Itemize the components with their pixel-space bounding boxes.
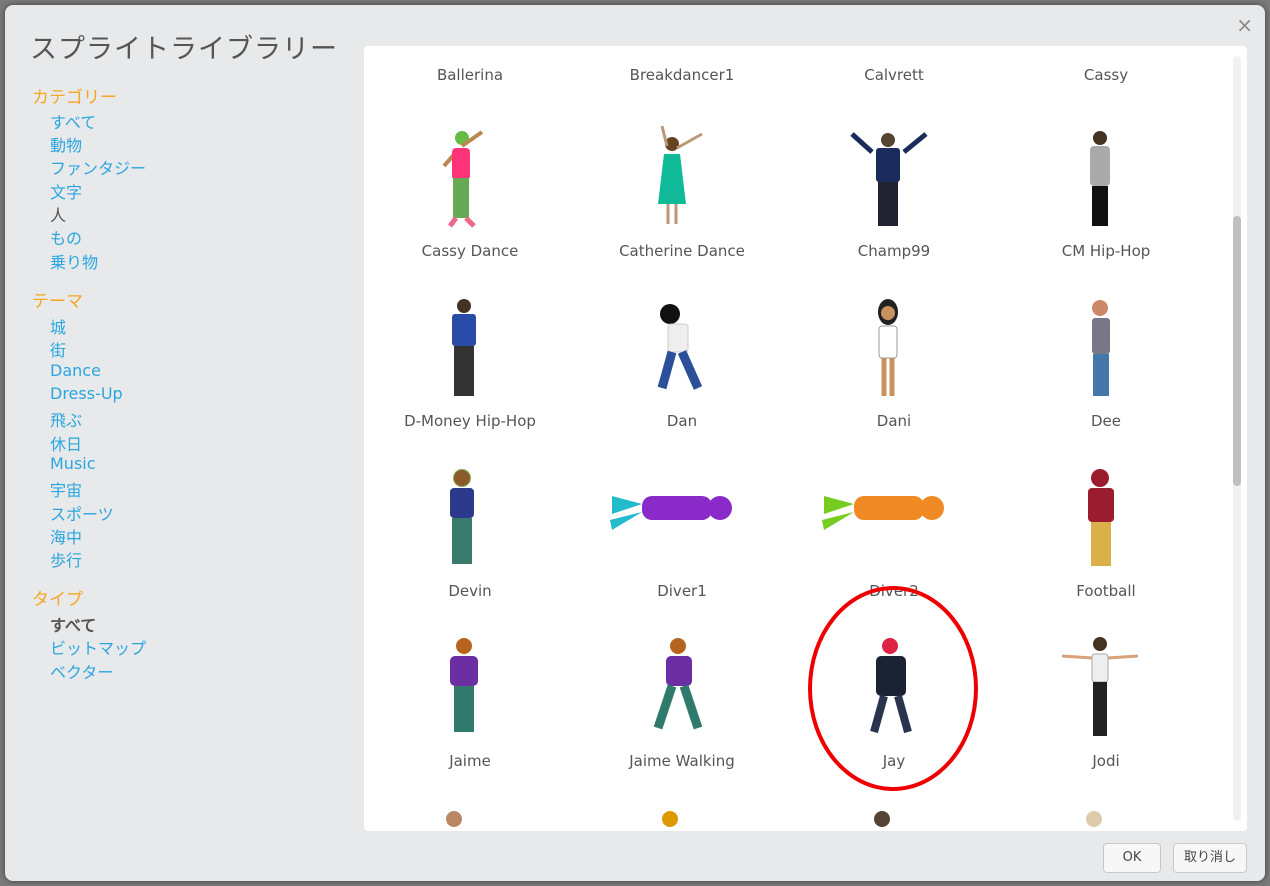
sprite-label: Jodi (1092, 752, 1120, 770)
vertical-scrollbar[interactable] (1233, 56, 1241, 821)
theme-walking[interactable]: 歩行 (50, 547, 82, 571)
cancel-button[interactable]: 取り消し (1173, 843, 1247, 873)
d-money-hip-hop-thumbnail (452, 299, 476, 396)
jaime-thumbnail (450, 638, 478, 732)
sprite-label: Calvrett (864, 66, 924, 84)
category-people[interactable]: 人 (50, 202, 66, 226)
theme-underwater[interactable]: 海中 (50, 524, 82, 548)
jodi-thumbnail (1061, 637, 1139, 736)
sprite-tile-dee[interactable]: Dee (1000, 296, 1212, 466)
sprite-label: Catherine Dance (619, 242, 745, 260)
sprite-tile-jaime[interactable]: Jaime (364, 636, 576, 806)
sprite-tile-cm-hip-hop[interactable]: CM Hip-Hop (1000, 126, 1212, 296)
sprite-label: Dan (666, 412, 698, 430)
sprite-label: CM Hip-Hop (1061, 242, 1151, 260)
theme-header: テーマ (32, 292, 83, 312)
devin-thumbnail (450, 469, 474, 564)
category-fantasy[interactable]: ファンタジー (50, 155, 146, 179)
football-thumbnail (1088, 469, 1114, 566)
sprite-label: Breakdancer1 (629, 66, 735, 84)
category-letters[interactable]: 文字 (50, 179, 82, 203)
category-animals[interactable]: 動物 (50, 132, 82, 156)
theme-space[interactable]: 宇宙 (50, 477, 82, 501)
scrollbar-thumb[interactable] (1233, 216, 1241, 486)
cm-hip-hop-thumbnail (1090, 131, 1110, 226)
sprite-label: Devin (448, 582, 492, 600)
theme-dance[interactable]: Dance (50, 361, 101, 380)
partial-thumbnail (1086, 811, 1102, 827)
sprite-label: Ballerina (436, 66, 504, 84)
sprite-tile-jodi[interactable]: Jodi (1000, 636, 1212, 806)
jaime-walking-thumbnail (653, 638, 703, 730)
theme-music[interactable]: Music (50, 454, 96, 473)
sprite-label: Dee (1090, 412, 1121, 430)
sprite-label: Diver1 (657, 582, 707, 600)
ok-button[interactable]: OK (1103, 843, 1161, 873)
cassy-dance-thumbnail (442, 130, 484, 228)
type-bitmap[interactable]: ビットマップ (50, 635, 146, 659)
type-header: タイプ (32, 590, 83, 610)
sprite-library-dialog: スプライトライブラリー × カテゴリー すべて 動物 ファンタジー 文字 人 も… (5, 5, 1265, 881)
sprite-tile-champ99[interactable]: Champ99 (788, 126, 1000, 296)
sprite-tile-breakdancer1[interactable]: Breakdancer1 (576, 46, 788, 86)
dan-thumbnail (657, 304, 703, 390)
theme-castle[interactable]: 城 (50, 314, 66, 338)
theme-flying[interactable]: 飛ぶ (50, 407, 82, 431)
type-all[interactable]: すべて (50, 612, 96, 636)
category-things[interactable]: もの (50, 225, 82, 249)
catherine-dance-thumbnail (658, 126, 703, 224)
sprite-tile-dani[interactable]: Dani (788, 296, 1000, 466)
sprite-label: Dani (876, 412, 912, 430)
category-all[interactable]: すべて (50, 109, 96, 133)
sprite-tile-cassy-dance[interactable]: Cassy Dance (364, 126, 576, 296)
sprite-label: Football (1076, 582, 1136, 600)
sprite-grid: Ballerina Breakdancer1 Calvrett Cassy Ca… (364, 46, 1247, 831)
sprite-tile-d-money-hip-hop[interactable]: D-Money Hip-Hop (364, 296, 576, 466)
theme-holiday[interactable]: 休日 (50, 431, 82, 455)
dialog-title: スプライトライブラリー (30, 34, 338, 65)
partial-thumbnail (874, 811, 890, 827)
sprite-label: Jaime (449, 752, 491, 770)
category-transport[interactable]: 乗り物 (50, 249, 98, 273)
sprite-tile-devin[interactable]: Devin (364, 466, 576, 636)
sprite-label: Cassy (1083, 66, 1129, 84)
dani-thumbnail (878, 299, 898, 396)
partial-thumbnail (446, 811, 462, 827)
theme-city[interactable]: 街 (50, 337, 66, 361)
theme-sports[interactable]: スポーツ (50, 501, 114, 525)
close-icon[interactable]: × (1236, 13, 1253, 37)
sprite-tile-calvrett[interactable]: Calvrett (788, 46, 1000, 86)
sprite-tile-diver1[interactable]: Diver1 (576, 466, 788, 636)
highlight-ring (808, 586, 978, 791)
sprite-tile-ballerina[interactable]: Ballerina (364, 46, 576, 86)
theme-dress-up[interactable]: Dress-Up (50, 384, 123, 403)
diver2-thumbnail (822, 496, 944, 530)
champ99-thumbnail (850, 132, 928, 226)
sprite-label: Champ99 (857, 242, 931, 260)
diver1-thumbnail (610, 496, 732, 530)
sprite-tile-jaime-walking[interactable]: Jaime Walking (576, 636, 788, 806)
category-header: カテゴリー (32, 88, 117, 108)
sprite-tile-cassy[interactable]: Cassy (1000, 46, 1212, 86)
sprite-label: Jaime Walking (629, 752, 735, 770)
sprite-tile-catherine-dance[interactable]: Catherine Dance (576, 126, 788, 296)
sprite-label: Cassy Dance (421, 242, 519, 260)
sprite-tile-dan[interactable]: Dan (576, 296, 788, 466)
dee-thumbnail (1092, 300, 1110, 396)
sprite-label: D-Money Hip-Hop (404, 412, 536, 430)
partial-thumbnail (662, 811, 678, 827)
type-vector[interactable]: ベクター (50, 659, 113, 683)
sprite-tile-football[interactable]: Football (1000, 466, 1212, 636)
